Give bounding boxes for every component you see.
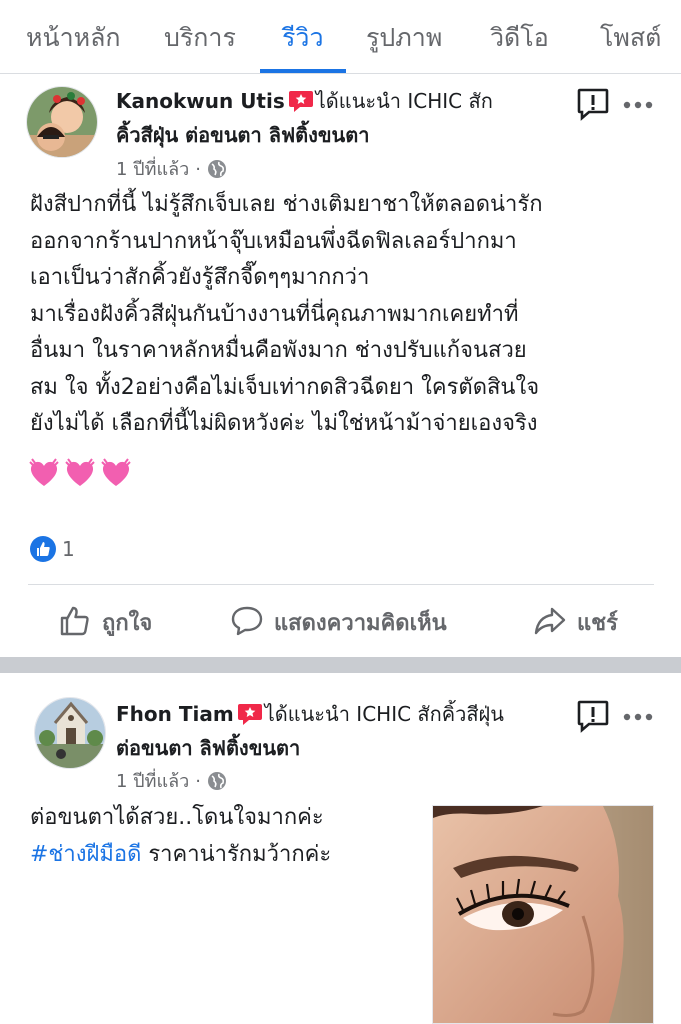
comment-icon (231, 606, 263, 636)
author-name[interactable]: Fhon Tiam (116, 702, 234, 726)
recommend-text: ได้แนะนำ ICHIC สัก (315, 89, 493, 113)
share-icon (534, 607, 566, 635)
post-time[interactable]: 1 ปีที่แล้ว (116, 771, 189, 792)
recommend-icon (237, 702, 263, 734)
tab-posts[interactable]: โพสต์ (600, 18, 661, 58)
post-body-line: มาเรื่องฝังคิ้วสีฝุ่นกันบ้างงานที่นี่คุณ… (30, 301, 519, 327)
tab-home[interactable]: หน้าหลัก (26, 18, 121, 58)
recommend-page-name[interactable]: คิ้วสีฝุ่น ต่อขนตา ลิฟติ้งขนตา (116, 123, 369, 147)
post-actions: ถูกใจ แสดงความคิดเห็น แชร์ (0, 600, 681, 646)
post-body-line: ยังไม่ได้ เลือกที่นี้ไม่ผิดหวังค่ะ ไม่ใช… (30, 411, 538, 436)
report-icon[interactable] (576, 699, 610, 737)
heart-emoji (64, 458, 96, 496)
divider (28, 584, 654, 585)
post-meta: 1 ปีที่แล้ว · (116, 154, 227, 184)
tab-reviews[interactable]: รีวิว (282, 18, 324, 58)
post-body-line: เอาเป็นว่าสักคิ้วยังรู้สึกจี๊ดๆๆมากกว่า (30, 265, 370, 290)
globe-icon (207, 159, 227, 184)
post-body: ฝังสีปากที่นี้ ไม่รู้สึกเจ็บเลย ช่างเติม… (30, 187, 543, 443)
meta-separator: · (195, 771, 201, 792)
post-body-line: อื่นมา ในราคาหลักหมื่นคือพังมาก ช่างปรับ… (30, 338, 527, 363)
recommend-icon (288, 89, 314, 121)
report-icon[interactable] (576, 87, 610, 125)
post-body-line: สม ใจ ทั้ง2อย่างคือไม่เจ็บเท่ากดสิวฉีดยา… (30, 374, 540, 400)
post-body-line: ออกจากร้านปากหน้าจุ๊บเหมือนพึ่งฉีดฟิลเลอ… (30, 228, 517, 254)
post-body-line: ต่อขนตาได้สวย..โดนใจมากค่ะ (30, 805, 324, 830)
more-icon[interactable] (622, 96, 654, 115)
globe-icon (207, 771, 227, 796)
heart-emoji (28, 458, 60, 496)
share-button[interactable]: แชร์ (533, 604, 618, 640)
tab-photos[interactable]: รูปภาพ (366, 18, 442, 58)
meta-separator: · (195, 159, 201, 180)
active-tab-indicator (260, 69, 346, 73)
comment-button[interactable]: แสดงความคิดเห็น (230, 604, 447, 640)
tab-services[interactable]: บริการ (164, 18, 236, 58)
post-meta: 1 ปีที่แล้ว · (116, 766, 227, 796)
author-name[interactable]: Kanokwun Utis (116, 89, 285, 113)
post-body-line: #ช่างฝีมือดี ราคาน่ารักมว้ากค่ะ (30, 841, 332, 867)
reaction-summary[interactable]: 1 (30, 535, 75, 565)
avatar[interactable] (34, 697, 106, 769)
heart-emoji (100, 458, 132, 496)
like-button[interactable]: ถูกใจ (58, 604, 152, 640)
like-reaction-icon (30, 535, 56, 562)
reaction-count: 1 (62, 536, 75, 561)
post-body-line: ฝังสีปากที่นี้ ไม่รู้สึกเจ็บเลย ช่างเติม… (30, 192, 543, 217)
avatar[interactable] (26, 86, 98, 158)
post-photo[interactable] (432, 805, 654, 1024)
tab-videos[interactable]: วิดีโอ (490, 18, 549, 58)
post-header: Kanokwun Utis ได้แนะนำ ICHIC สัก คิ้วสีฝุ… (116, 87, 493, 150)
post-time[interactable]: 1 ปีที่แล้ว (116, 159, 189, 180)
post-header: Fhon Tiam ได้แนะนำ ICHIC สักคิ้วสีฝุ่น ต่… (116, 700, 504, 763)
heart-emojis (28, 458, 136, 496)
more-icon[interactable] (622, 708, 654, 727)
recommend-text: ได้แนะนำ ICHIC สักคิ้วสีฝุ่น (264, 702, 504, 726)
post-separator (0, 657, 681, 673)
page-tabs: หน้าหลัก บริการ รีวิว รูปภาพ วิดีโอ โพสต… (0, 0, 681, 74)
hashtag-link[interactable]: #ช่างฝีมือดี (30, 842, 141, 867)
post-body: ต่อขนตาได้สวย..โดนใจมากค่ะ #ช่างฝีมือดี … (30, 800, 331, 873)
like-icon (60, 606, 89, 636)
recommend-page-name[interactable]: ต่อขนตา ลิฟติ้งขนตา (116, 736, 300, 760)
